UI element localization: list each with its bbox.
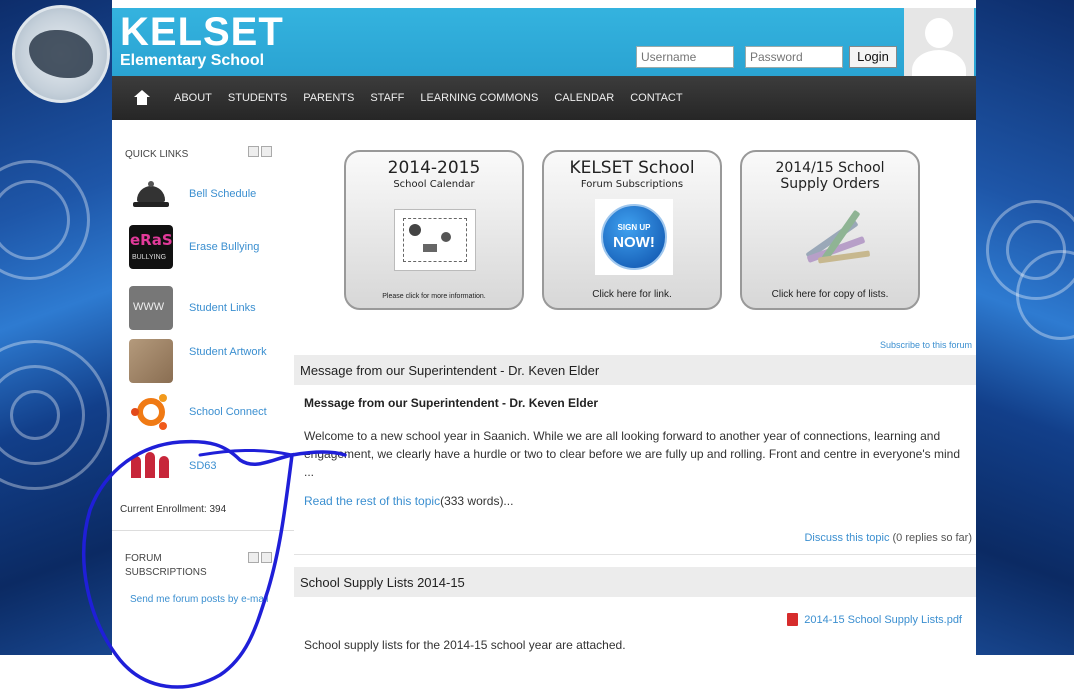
post-title: Message from our Superintendent - Dr. Ke…: [304, 396, 599, 410]
discuss-topic-link[interactable]: Discuss this topic: [804, 532, 889, 544]
school-subtitle: Elementary School: [120, 52, 265, 69]
current-enrollment: Current Enrollment: 394: [120, 504, 227, 515]
background-left: [0, 0, 112, 694]
background-bottom: [0, 655, 1074, 694]
sidebar: QUICK LINKS Bell Schedule eRaSe BULLYING…: [112, 120, 294, 655]
login-button[interactable]: Login: [849, 46, 897, 68]
main-nav: ABOUT STUDENTS PARENTS STAFF LEARNING CO…: [112, 76, 976, 120]
site-header: KELSET Elementary School Login: [112, 8, 976, 76]
sidebar-item-label: Student Links: [189, 302, 256, 314]
read-more-count: (333 words)...: [440, 494, 514, 508]
nav-parents[interactable]: PARENTS: [303, 92, 354, 104]
promo-subtitle: School Calendar: [393, 179, 475, 190]
forum-heading-supply-lists: School Supply Lists 2014-15: [294, 567, 976, 597]
sidebar-divider: [112, 530, 294, 531]
promo-supply-orders[interactable]: 2014/15 School Supply Orders Click here …: [740, 150, 920, 310]
sidebar-item-label: SD63: [189, 460, 217, 472]
nav-staff[interactable]: STAFF: [370, 92, 404, 104]
sidebar-item-student-links[interactable]: WWW Student Links: [129, 286, 289, 330]
nav-students[interactable]: STUDENTS: [228, 92, 287, 104]
quick-links-title: QUICK LINKS: [125, 149, 189, 160]
sd63-icon: [129, 444, 173, 488]
sidebar-item-sd63[interactable]: SD63: [129, 444, 289, 488]
username-input[interactable]: [636, 46, 734, 68]
sidebar-item-label: Erase Bullying: [189, 241, 260, 253]
background-right: [976, 0, 1074, 694]
main-content: 2014-2015 School Calendar Please click f…: [294, 120, 976, 655]
post-divider: [294, 554, 976, 555]
block-controls-forum[interactable]: [248, 552, 272, 563]
sidebar-item-bell-schedule[interactable]: Bell Schedule: [129, 172, 289, 216]
promo-footer: Click here for link.: [592, 289, 672, 300]
nav-learning-commons[interactable]: LEARNING COMMONS: [420, 92, 538, 104]
promo-title: 2014/15 School: [775, 160, 885, 176]
discuss-topic: Discuss this topic (0 replies so far): [804, 532, 972, 544]
school-connect-icon: [129, 390, 173, 434]
promo-title: 2014-2015: [387, 158, 481, 178]
sign-up-now-icon: SIGN UP NOW!: [595, 199, 673, 275]
sidebar-item-label: Student Artwork: [189, 346, 267, 358]
calendar-icon: [394, 209, 476, 271]
forum-email-link[interactable]: Send me forum posts by e-mail: [130, 592, 270, 607]
forum-subscriptions-title: FORUM SUBSCRIPTIONS: [125, 553, 207, 578]
read-more-link[interactable]: Read the rest of this topic: [304, 494, 440, 508]
promo-title: KELSET School: [569, 158, 695, 178]
post-body: Welcome to a new school year in Saanich.…: [304, 429, 960, 479]
promo-footer: Please click for more information.: [382, 293, 486, 300]
sidebar-item-label: Bell Schedule: [189, 188, 257, 200]
block-controls-quick-links[interactable]: [248, 146, 272, 157]
nav-contact[interactable]: CONTACT: [630, 92, 682, 104]
erase-bullying-icon: eRaSe BULLYING: [129, 225, 173, 269]
pdf-link[interactable]: 2014-15 School Supply Lists.pdf: [804, 614, 962, 626]
home-icon[interactable]: [134, 90, 150, 106]
school-logo: [12, 5, 110, 103]
read-more: Read the rest of this topic(333 words)..…: [304, 494, 513, 508]
promo-subtitle: Supply Orders: [780, 176, 880, 192]
pencils-icon: [792, 206, 872, 282]
nav-calendar[interactable]: CALENDAR: [554, 92, 614, 104]
promo-subtitle: Forum Subscriptions: [580, 179, 684, 190]
pdf-attachment[interactable]: 2014-15 School Supply Lists.pdf: [787, 613, 962, 626]
supply-post-body: School supply lists for the 2014-15 scho…: [304, 638, 626, 652]
sidebar-item-student-artwork[interactable]: Student Artwork: [129, 339, 289, 383]
promo-footer: Click here for copy of lists.: [771, 289, 889, 300]
forum-heading-superintendent: Message from our Superintendent - Dr. Ke…: [294, 355, 976, 385]
sidebar-item-erase-bullying[interactable]: eRaSe BULLYING Erase Bullying: [129, 225, 289, 269]
bell-icon: [129, 172, 173, 216]
discuss-count: (0 replies so far): [892, 532, 972, 544]
sidebar-item-label: School Connect: [189, 406, 267, 418]
password-input[interactable]: [745, 46, 843, 68]
subscribe-forum-link[interactable]: Subscribe to this forum: [880, 340, 972, 350]
nav-about[interactable]: ABOUT: [174, 92, 212, 104]
promo-school-calendar[interactable]: 2014-2015 School Calendar Please click f…: [344, 150, 524, 310]
promo-forum-subscriptions[interactable]: KELSET School Forum Subscriptions SIGN U…: [542, 150, 722, 310]
avatar: [904, 8, 974, 76]
www-icon: WWW: [129, 286, 173, 330]
artwork-icon: [129, 339, 173, 383]
pdf-icon: [787, 613, 799, 626]
school-name[interactable]: KELSET: [120, 12, 284, 52]
sidebar-item-school-connect[interactable]: School Connect: [129, 390, 289, 434]
